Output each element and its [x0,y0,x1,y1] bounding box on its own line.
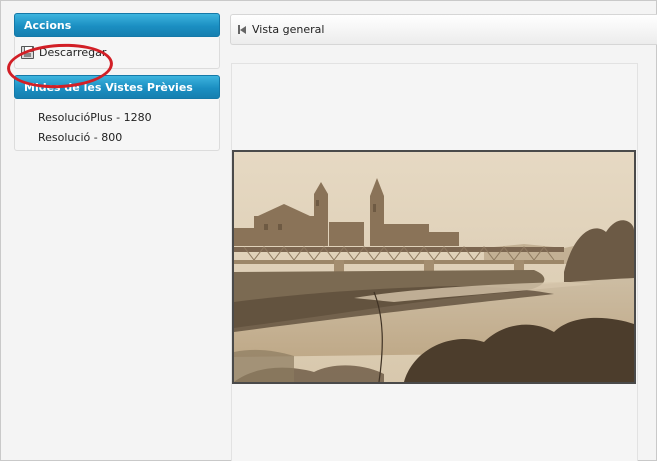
download-button[interactable]: Descarregar [21,46,106,59]
photo-preview[interactable] [232,150,636,384]
resolution-link[interactable]: Resolució - 800 [15,128,219,148]
first-page-icon[interactable] [238,25,246,35]
accions-panel-body: Descarregar [14,37,220,69]
preview-sizes-panel: Mides de les Vistes Prèvies ResolucióPlu… [14,75,220,151]
sidebar: Accions Descarregar Mides de les Vistes … [5,13,220,151]
accions-panel-header[interactable]: Accions [14,13,220,37]
viewer-toolbar: Vista general [230,14,657,45]
download-label: Descarregar [39,46,107,59]
overview-link[interactable]: Vista general [252,23,324,36]
preview-sizes-panel-header[interactable]: Mides de les Vistes Prèvies [14,75,220,99]
preview-sizes-panel-body: ResolucióPlus - 1280 Resolució - 800 [14,99,220,151]
accions-panel: Accions Descarregar [14,13,220,69]
floppy-disk-icon [21,46,34,59]
photo-image [234,152,634,382]
resolution-plus-link[interactable]: ResolucióPlus - 1280 [15,108,219,128]
